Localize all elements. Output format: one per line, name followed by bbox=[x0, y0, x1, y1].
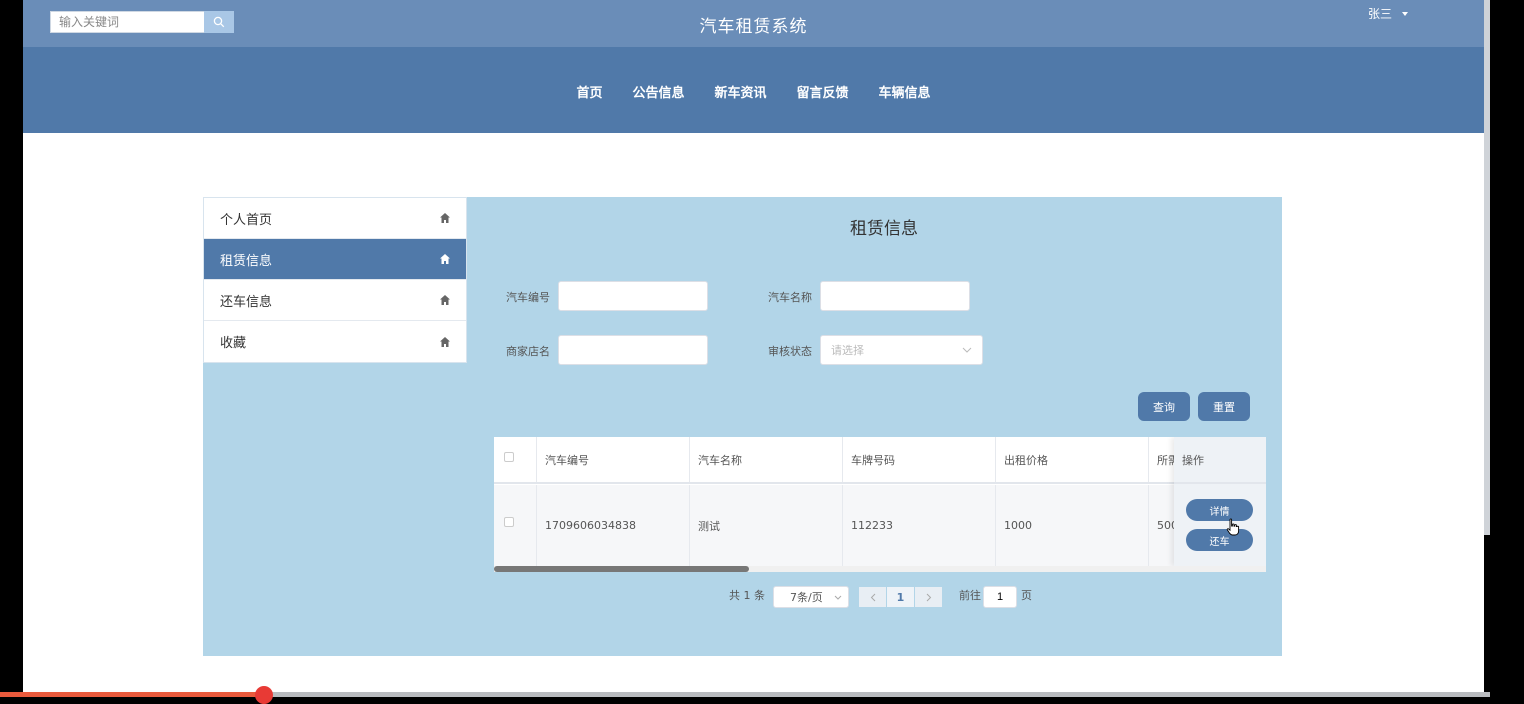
nav-item-vehicles[interactable]: 车辆信息 bbox=[879, 82, 931, 101]
sidebar: 个人首页 租赁信息 还车信息 收藏 bbox=[203, 197, 467, 363]
sidebar-item-favorites[interactable]: 收藏 bbox=[204, 321, 466, 362]
shop-name-label: 商家店名 bbox=[506, 345, 550, 358]
panel-title: 租赁信息 bbox=[850, 219, 918, 239]
rental-table: 汽车编号 汽车名称 车牌号码 出租价格 所需 1709606034838 测试 … bbox=[494, 437, 1266, 572]
cell-car-no: 1709606034838 bbox=[537, 485, 690, 566]
caret-down-icon bbox=[1402, 11, 1409, 16]
chevron-down-icon bbox=[834, 595, 842, 600]
sidebar-item-rentals[interactable]: 租赁信息 bbox=[204, 239, 466, 280]
sidebar-item-label: 收藏 bbox=[220, 336, 247, 351]
status-label: 审核状态 bbox=[768, 345, 812, 358]
content-area: 个人首页 租赁信息 还车信息 收藏 租赁信息 汽车编号 汽车名称 商家店名 审核… bbox=[203, 197, 1282, 656]
car-name-input[interactable] bbox=[820, 281, 970, 311]
page-number-1[interactable]: 1 bbox=[887, 587, 914, 607]
car-no-input[interactable] bbox=[558, 281, 708, 311]
status-select-placeholder: 请选择 bbox=[831, 344, 864, 357]
sidebar-item-label: 还车信息 bbox=[220, 294, 273, 310]
nav-item-feedback[interactable]: 留言反馈 bbox=[797, 82, 849, 101]
nav-item-news[interactable]: 新车资讯 bbox=[714, 82, 766, 101]
car-name-label: 汽车名称 bbox=[768, 291, 812, 304]
table-row: 1709606034838 测试 112233 1000 500 bbox=[494, 485, 1266, 566]
cell-plate: 112233 bbox=[843, 485, 996, 566]
table-header-row: 汽车编号 汽车名称 车牌号码 出租价格 所需 bbox=[494, 437, 1266, 484]
status-select[interactable]: 请选择 bbox=[820, 335, 983, 365]
site-title: 汽车租赁系统 bbox=[699, 17, 808, 37]
sidebar-item-label: 租赁信息 bbox=[220, 253, 273, 269]
user-menu[interactable]: 张三 bbox=[1368, 5, 1409, 22]
detail-button[interactable]: 详情 bbox=[1186, 499, 1253, 521]
select-all-checkbox[interactable] bbox=[504, 452, 514, 462]
video-progress-fill bbox=[0, 692, 264, 697]
prev-page-button[interactable] bbox=[859, 587, 886, 607]
table-horizontal-scrollbar[interactable] bbox=[494, 566, 1266, 572]
header-car-name: 汽车名称 bbox=[690, 437, 843, 482]
row-checkbox[interactable] bbox=[504, 517, 514, 527]
goto-prefix: 前往 bbox=[959, 589, 981, 602]
goto-page-input[interactable] bbox=[983, 586, 1017, 608]
return-car-button[interactable]: 还车 bbox=[1186, 529, 1253, 551]
nav-item-home[interactable]: 首页 bbox=[576, 82, 602, 101]
nav-item-notices[interactable]: 公告信息 bbox=[632, 82, 684, 101]
home-icon bbox=[440, 254, 450, 264]
chevron-left-icon bbox=[870, 593, 875, 601]
pagination-total: 共 1 条 bbox=[729, 589, 765, 602]
cell-price: 1000 bbox=[996, 485, 1149, 566]
shop-name-input[interactable] bbox=[558, 335, 708, 365]
page-size-select[interactable]: 7条/页 bbox=[773, 586, 849, 608]
page: 汽车租赁系统 张三 首页 公告信息 新车资讯 留言反馈 车辆信息 个人首页 租赁… bbox=[23, 0, 1484, 692]
page-size-value: 7条/页 bbox=[790, 591, 823, 604]
header-select-cell bbox=[494, 437, 537, 482]
top-bar: 汽车租赁系统 张三 bbox=[23, 0, 1484, 47]
hand-cursor-icon bbox=[1226, 518, 1240, 536]
home-icon bbox=[440, 336, 450, 347]
query-button[interactable]: 查询 bbox=[1138, 392, 1190, 421]
main-nav: 首页 公告信息 新车资讯 留言反馈 车辆信息 bbox=[23, 47, 1484, 133]
video-progress-handle[interactable] bbox=[255, 686, 273, 704]
reset-button[interactable]: 重置 bbox=[1198, 392, 1250, 421]
page-scrollbar[interactable] bbox=[1484, 0, 1490, 535]
header-plate: 车牌号码 bbox=[843, 437, 996, 482]
operations-column: 操作 详情 还车 bbox=[1174, 437, 1266, 566]
header-price: 出租价格 bbox=[996, 437, 1149, 482]
chevron-down-icon bbox=[962, 347, 972, 353]
user-name: 张三 bbox=[1368, 7, 1393, 21]
goto-suffix: 页 bbox=[1021, 589, 1032, 602]
home-icon bbox=[440, 295, 450, 305]
car-no-label: 汽车编号 bbox=[506, 291, 550, 304]
next-page-button[interactable] bbox=[915, 587, 942, 607]
header-operations: 操作 bbox=[1174, 437, 1266, 484]
sidebar-item-label: 个人首页 bbox=[220, 212, 273, 228]
cell-car-name: 测试 bbox=[690, 485, 843, 566]
row-select-cell bbox=[494, 485, 537, 566]
header-car-no: 汽车编号 bbox=[537, 437, 690, 482]
sidebar-item-profile[interactable]: 个人首页 bbox=[204, 198, 466, 239]
chevron-right-icon bbox=[926, 593, 931, 601]
sidebar-item-returns[interactable]: 还车信息 bbox=[204, 280, 466, 321]
table-scroll-thumb[interactable] bbox=[494, 566, 749, 572]
home-icon bbox=[440, 213, 450, 223]
